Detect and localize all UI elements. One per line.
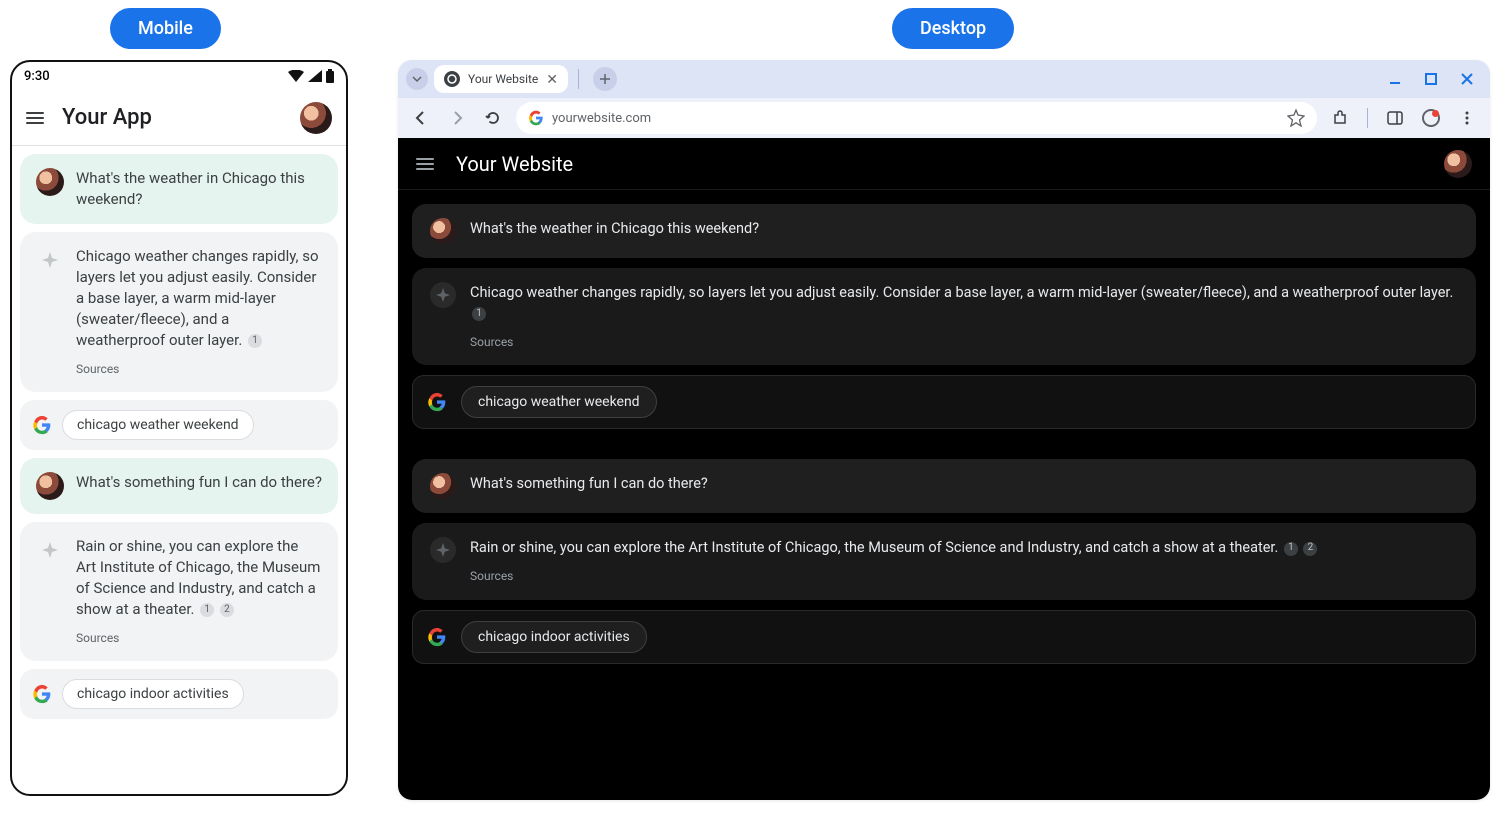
sources-label[interactable]: Sources bbox=[470, 568, 1458, 585]
user-message: What's something fun I can do there? bbox=[20, 458, 338, 514]
address-bar[interactable]: yourwebsite.com bbox=[516, 102, 1317, 134]
message-text: What's the weather in Chicago this weeke… bbox=[76, 168, 322, 210]
sidepanel-icon[interactable] bbox=[1382, 105, 1408, 131]
search-suggestion-card: chicago indoor activities bbox=[20, 669, 338, 719]
mobile-label: Mobile bbox=[110, 8, 221, 49]
message-text: Rain or shine, you can explore the Art I… bbox=[76, 537, 320, 618]
citation-badge[interactable]: 1 bbox=[1284, 542, 1298, 556]
website-body: Your Website What's the weather in Chica… bbox=[398, 138, 1490, 800]
tab-search-icon[interactable] bbox=[406, 68, 428, 90]
browser-tab[interactable]: Your Website ✕ bbox=[434, 65, 568, 93]
ai-message: Rain or shine, you can explore the Art I… bbox=[412, 523, 1476, 599]
google-icon bbox=[427, 627, 447, 647]
close-tab-icon[interactable]: ✕ bbox=[546, 71, 558, 88]
citation-badge[interactable]: 1 bbox=[200, 603, 214, 617]
new-tab-button[interactable] bbox=[593, 67, 617, 91]
menu-icon[interactable] bbox=[26, 112, 44, 124]
message-text: Chicago weather changes rapidly, so laye… bbox=[470, 284, 1453, 301]
search-chip[interactable]: chicago indoor activities bbox=[62, 679, 244, 709]
user-message: What's the weather in Chicago this weeke… bbox=[412, 204, 1476, 258]
citation-badge[interactable]: 2 bbox=[220, 603, 234, 617]
message-text: What's something fun I can do there? bbox=[76, 472, 322, 493]
message-text: What's something fun I can do there? bbox=[470, 473, 1458, 494]
ai-message: Chicago weather changes rapidly, so laye… bbox=[20, 232, 338, 392]
browser-tabstrip: Your Website ✕ bbox=[398, 60, 1490, 98]
google-icon bbox=[32, 415, 52, 435]
ai-message: Rain or shine, you can explore the Art I… bbox=[20, 522, 338, 661]
status-icons bbox=[288, 69, 334, 83]
mobile-frame: 9:30 Your App What's the weather in Chic… bbox=[10, 60, 348, 796]
app-title: Your App bbox=[62, 105, 282, 130]
divider bbox=[578, 69, 579, 89]
message-content: Chicago weather changes rapidly, so laye… bbox=[470, 282, 1458, 351]
sources-label[interactable]: Sources bbox=[470, 334, 1458, 351]
message-content: Rain or shine, you can explore the Art I… bbox=[76, 536, 322, 647]
favicon-icon bbox=[444, 71, 460, 87]
site-title: Your Website bbox=[456, 152, 1422, 176]
search-suggestion-card: chicago weather weekend bbox=[20, 400, 338, 450]
status-time: 9:30 bbox=[24, 69, 50, 84]
divider bbox=[1367, 108, 1368, 128]
search-chip[interactable]: chicago weather weekend bbox=[62, 410, 254, 440]
search-chip[interactable]: chicago indoor activities bbox=[461, 621, 647, 653]
user-avatar-icon bbox=[430, 473, 456, 499]
message-content: Rain or shine, you can explore the Art I… bbox=[470, 537, 1458, 585]
site-header: Your Website bbox=[398, 138, 1490, 190]
google-icon bbox=[427, 392, 447, 412]
user-avatar-icon bbox=[36, 168, 64, 196]
user-avatar[interactable] bbox=[1444, 150, 1472, 178]
ai-message: Chicago weather changes rapidly, so laye… bbox=[412, 268, 1476, 365]
user-avatar-icon bbox=[430, 218, 456, 244]
message-content: Chicago weather changes rapidly, so laye… bbox=[76, 246, 322, 378]
mobile-chat-body: What's the weather in Chicago this weeke… bbox=[12, 146, 346, 727]
sources-label[interactable]: Sources bbox=[76, 361, 322, 378]
wifi-icon bbox=[288, 70, 304, 82]
desktop-label: Desktop bbox=[892, 8, 1014, 49]
citation-badge[interactable]: 1 bbox=[472, 307, 486, 321]
star-icon[interactable] bbox=[1287, 109, 1305, 127]
battery-icon bbox=[326, 69, 334, 83]
menu-icon[interactable] bbox=[416, 158, 434, 170]
profile-icon[interactable] bbox=[1418, 105, 1444, 131]
citation-badge[interactable]: 2 bbox=[1303, 542, 1317, 556]
search-suggestion-card: chicago indoor activities bbox=[412, 610, 1476, 664]
maximize-button[interactable] bbox=[1416, 64, 1446, 94]
back-button[interactable] bbox=[408, 105, 434, 131]
google-icon bbox=[528, 110, 544, 126]
tab-title: Your Website bbox=[468, 72, 538, 86]
google-icon bbox=[32, 684, 52, 704]
user-message: What's something fun I can do there? bbox=[412, 459, 1476, 513]
search-suggestion-card: chicago weather weekend bbox=[412, 375, 1476, 429]
message-text: Chicago weather changes rapidly, so laye… bbox=[76, 247, 319, 349]
desktop-chat-body: What's the weather in Chicago this weeke… bbox=[398, 190, 1490, 678]
url-text: yourwebsite.com bbox=[552, 111, 651, 126]
extensions-icon[interactable] bbox=[1327, 105, 1353, 131]
browser-toolbar: yourwebsite.com bbox=[398, 98, 1490, 138]
sparkle-icon bbox=[36, 246, 64, 274]
message-text: What's the weather in Chicago this weeke… bbox=[470, 218, 1458, 239]
user-avatar[interactable] bbox=[300, 102, 332, 134]
citation-badge[interactable]: 1 bbox=[248, 334, 262, 348]
minimize-button[interactable] bbox=[1380, 64, 1410, 94]
search-chip[interactable]: chicago weather weekend bbox=[461, 386, 657, 418]
signal-icon bbox=[308, 70, 322, 82]
close-button[interactable] bbox=[1452, 64, 1482, 94]
sources-label[interactable]: Sources bbox=[76, 630, 322, 647]
desktop-frame: Your Website ✕ yourwebsite.com Your Webs bbox=[398, 60, 1490, 800]
sparkle-icon bbox=[430, 537, 456, 563]
sparkle-icon bbox=[430, 282, 456, 308]
user-message: What's the weather in Chicago this weeke… bbox=[20, 154, 338, 224]
mobile-statusbar: 9:30 bbox=[12, 62, 346, 90]
kebab-menu-icon[interactable] bbox=[1454, 105, 1480, 131]
message-text: Rain or shine, you can explore the Art I… bbox=[470, 539, 1278, 556]
forward-button[interactable] bbox=[444, 105, 470, 131]
sparkle-icon bbox=[36, 536, 64, 564]
mobile-header: Your App bbox=[12, 90, 346, 146]
reload-button[interactable] bbox=[480, 105, 506, 131]
user-avatar-icon bbox=[36, 472, 64, 500]
